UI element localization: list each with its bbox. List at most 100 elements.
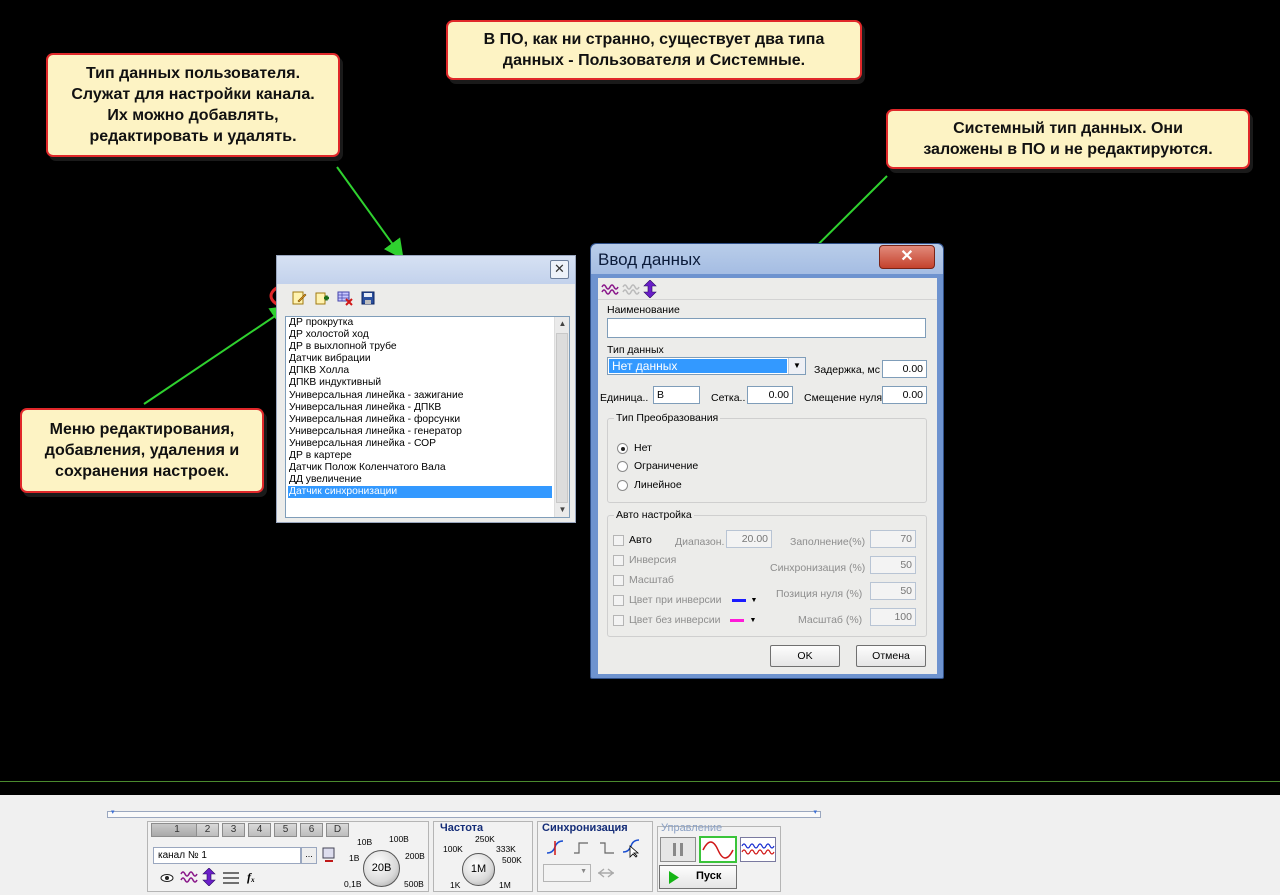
save-button[interactable]	[358, 289, 377, 308]
list-item[interactable]: ДР прокрутка	[288, 317, 552, 329]
sync-label: Синхронизация (%)	[770, 562, 866, 574]
channel-tab-5[interactable]: 5	[274, 823, 297, 837]
frequency-knob[interactable]: 1M	[462, 853, 495, 886]
name-input[interactable]	[607, 318, 926, 338]
list-item[interactable]: ДР в картере	[288, 450, 552, 462]
sync-up-icon[interactable]	[572, 839, 590, 857]
list-scrollbar[interactable]: ▲ ▼	[554, 317, 569, 517]
frequency-title: Частота	[440, 822, 484, 834]
chevron-down-icon[interactable]: ▼	[580, 868, 587, 875]
scale-input[interactable]	[870, 608, 916, 626]
wave-icon[interactable]	[180, 869, 198, 885]
arrow-edit-menu	[143, 305, 291, 405]
sine-mode-button[interactable]	[699, 836, 737, 863]
list-item[interactable]: Универсальная линейка - зажигание	[288, 390, 552, 402]
inverse-color-checkbox[interactable]: Цвет при инверсии ▼	[613, 594, 757, 606]
scroll-thumb[interactable]	[556, 333, 568, 503]
freq-label-250k: 250K	[475, 834, 495, 844]
edit-button[interactable]	[289, 289, 308, 308]
channel-tab-4[interactable]: 4	[248, 823, 271, 837]
volt-label-500: 500В	[404, 879, 424, 889]
voltage-knob[interactable]: 20В	[363, 850, 400, 887]
close-button[interactable]: ✕	[550, 260, 569, 279]
collapse-left-icon[interactable]: ▾	[111, 808, 115, 816]
sync-input[interactable]	[870, 556, 916, 574]
channel-tab-6[interactable]: 6	[300, 823, 323, 837]
list-item[interactable]: Универсальная линейка - ДПКВ	[288, 402, 552, 414]
channel-tab-3[interactable]: 3	[222, 823, 245, 837]
list-item[interactable]: Датчик вибрации	[288, 353, 552, 365]
unit-input[interactable]	[653, 386, 700, 404]
channel-tab-2[interactable]: 2	[196, 823, 219, 837]
list-item[interactable]: Датчик синхронизации	[288, 486, 552, 499]
auto-checkbox[interactable]: Авто	[613, 534, 652, 546]
offset-input[interactable]	[882, 386, 927, 404]
list-item[interactable]: ДД увеличение	[288, 474, 552, 486]
up-down-arrow-icon[interactable]	[202, 868, 216, 886]
dialog-client: Наименование Тип данных Нет данных ▼ Зад…	[598, 278, 937, 674]
callout-system-types: Системный тип данных. Они заложены в ПО …	[886, 109, 1250, 169]
lines-icon[interactable]	[222, 870, 240, 886]
grid-input[interactable]	[747, 386, 793, 404]
range-input[interactable]	[726, 530, 772, 548]
volt-label-10: 10В	[357, 837, 373, 847]
browse-button[interactable]: ...	[301, 847, 317, 864]
up-down-arrow-icon[interactable]	[643, 279, 657, 298]
list-item[interactable]: Универсальная линейка - генератор	[288, 426, 552, 438]
noninverse-color-checkbox[interactable]: Цвет без инверсии ▼	[613, 614, 756, 626]
sync-rising-icon[interactable]	[546, 839, 564, 857]
ok-button[interactable]: OK	[770, 645, 840, 667]
grid-label: Сетка..	[711, 392, 746, 404]
inversion-checkbox[interactable]: Инверсия	[613, 554, 676, 566]
chevron-down-icon[interactable]: ▼	[788, 358, 805, 374]
scroll-down-icon[interactable]: ▼	[555, 503, 569, 517]
scroll-up-icon[interactable]: ▲	[555, 317, 569, 331]
radio-linear[interactable]: Линейное	[617, 479, 682, 491]
delay-input[interactable]	[882, 360, 927, 378]
chevron-down-icon[interactable]: ▼	[751, 597, 758, 604]
channel-tab-d[interactable]: D	[326, 823, 349, 837]
list-item[interactable]: Универсальная линейка - СОР	[288, 438, 552, 450]
chevron-down-icon[interactable]: ▼	[749, 617, 756, 624]
noninverse-color-swatch[interactable]	[730, 618, 745, 622]
list-item[interactable]: Датчик Полож Коленчатого Вала	[288, 462, 552, 474]
channel-name-input[interactable]: канал № 1	[153, 847, 301, 864]
volt-label-200: 200В	[405, 851, 425, 861]
panel-splitter[interactable]: ▾ ▾	[107, 808, 821, 818]
fill-input[interactable]	[870, 530, 916, 548]
list-item[interactable]: ДПКВ индуктивный	[288, 377, 552, 389]
inverse-color-swatch[interactable]	[731, 598, 746, 602]
cancel-button[interactable]: Отмена	[856, 645, 926, 667]
freq-label-333k: 333K	[496, 844, 516, 854]
add-button[interactable]	[312, 289, 331, 308]
dialog-close-button[interactable]: ✕	[879, 245, 935, 269]
save-icon	[361, 291, 374, 305]
data-types-listbox[interactable]: ДР прокрутка ДР холостой ход ДР в выхлопно…	[285, 316, 570, 518]
arrow-user-types	[336, 166, 404, 260]
list-item[interactable]: ДР холостой ход	[288, 329, 552, 341]
export-icon[interactable]	[320, 846, 338, 864]
scale-checkbox[interactable]: Масштаб	[613, 574, 674, 586]
eye-icon[interactable]	[160, 871, 174, 885]
zero-pos-input[interactable]	[870, 582, 916, 600]
signal-icon[interactable]	[601, 281, 619, 297]
pause-icon	[673, 843, 683, 856]
start-button[interactable]: Пуск	[659, 865, 737, 889]
list-item[interactable]: ДПКВ Холла	[288, 365, 552, 377]
dialog-toolbar	[598, 278, 937, 300]
sync-cursor-icon[interactable]	[622, 838, 640, 858]
type-select[interactable]: Нет данных ▼	[607, 357, 806, 375]
formula-icon[interactable]: fₓ	[247, 870, 255, 885]
radio-none[interactable]: Нет	[617, 442, 652, 454]
sync-arrows-icon	[597, 868, 615, 878]
sync-source-select[interactable]: ▼	[543, 864, 591, 882]
radio-limit[interactable]: Ограничение	[617, 460, 698, 472]
delete-button[interactable]	[335, 289, 354, 308]
sync-down-icon[interactable]	[598, 839, 616, 857]
multi-wave-button[interactable]	[740, 837, 776, 862]
pause-button[interactable]	[660, 837, 696, 862]
volt-label-100: 100В	[389, 834, 409, 844]
list-item[interactable]: ДР в выхлопной трубе	[288, 341, 552, 353]
collapse-right-icon[interactable]: ▾	[813, 808, 817, 816]
list-item[interactable]: Универсальная линейка - форсунки	[288, 414, 552, 426]
